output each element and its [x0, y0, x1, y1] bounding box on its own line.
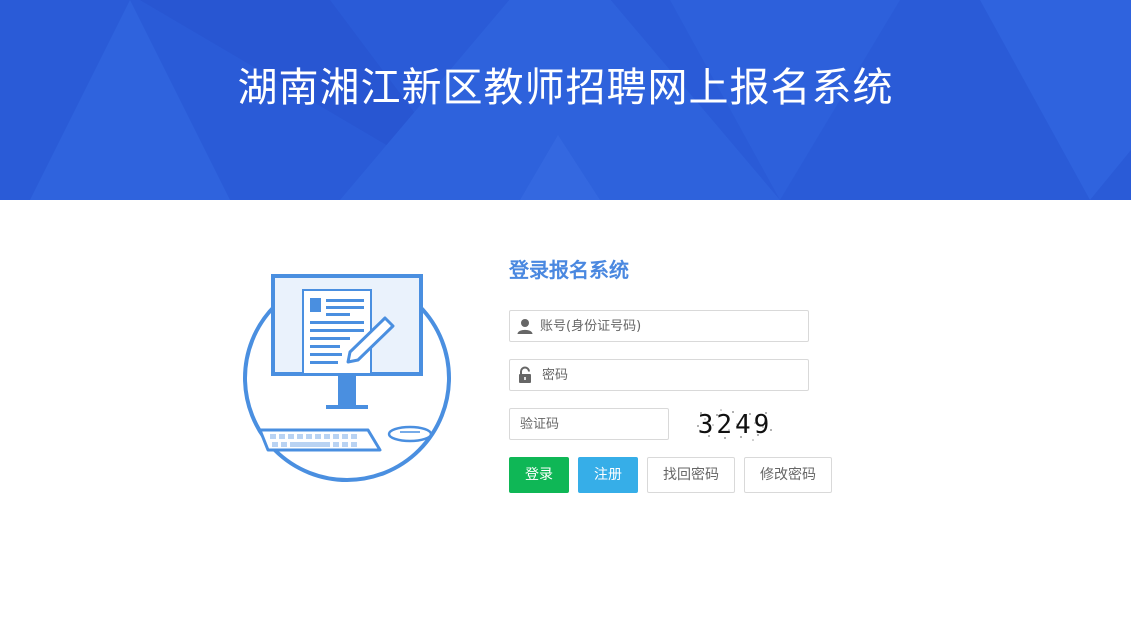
login-panel: 登录报名系统 3249 [509, 250, 839, 510]
username-input[interactable] [540, 311, 800, 341]
captcha-field[interactable] [509, 408, 669, 440]
captcha-input[interactable] [520, 409, 660, 439]
password-field[interactable] [509, 359, 809, 391]
captcha-code: 3249 [697, 410, 773, 440]
modify-password-button[interactable]: 修改密码 [744, 457, 832, 493]
user-icon [517, 319, 533, 334]
login-button[interactable]: 登录 [509, 457, 569, 493]
computer-illustration [240, 268, 455, 488]
captcha-image[interactable]: 3249 [695, 408, 775, 442]
login-title: 登录报名系统 [509, 258, 629, 282]
header-banner: 湖南湘江新区教师招聘网上报名系统 [0, 0, 1131, 200]
lock-icon [519, 366, 531, 383]
register-button[interactable]: 注册 [578, 457, 638, 493]
password-input[interactable] [542, 360, 800, 390]
find-password-button[interactable]: 找回密码 [647, 457, 735, 493]
username-field[interactable] [509, 310, 809, 342]
page-title: 湖南湘江新区教师招聘网上报名系统 [237, 65, 894, 111]
